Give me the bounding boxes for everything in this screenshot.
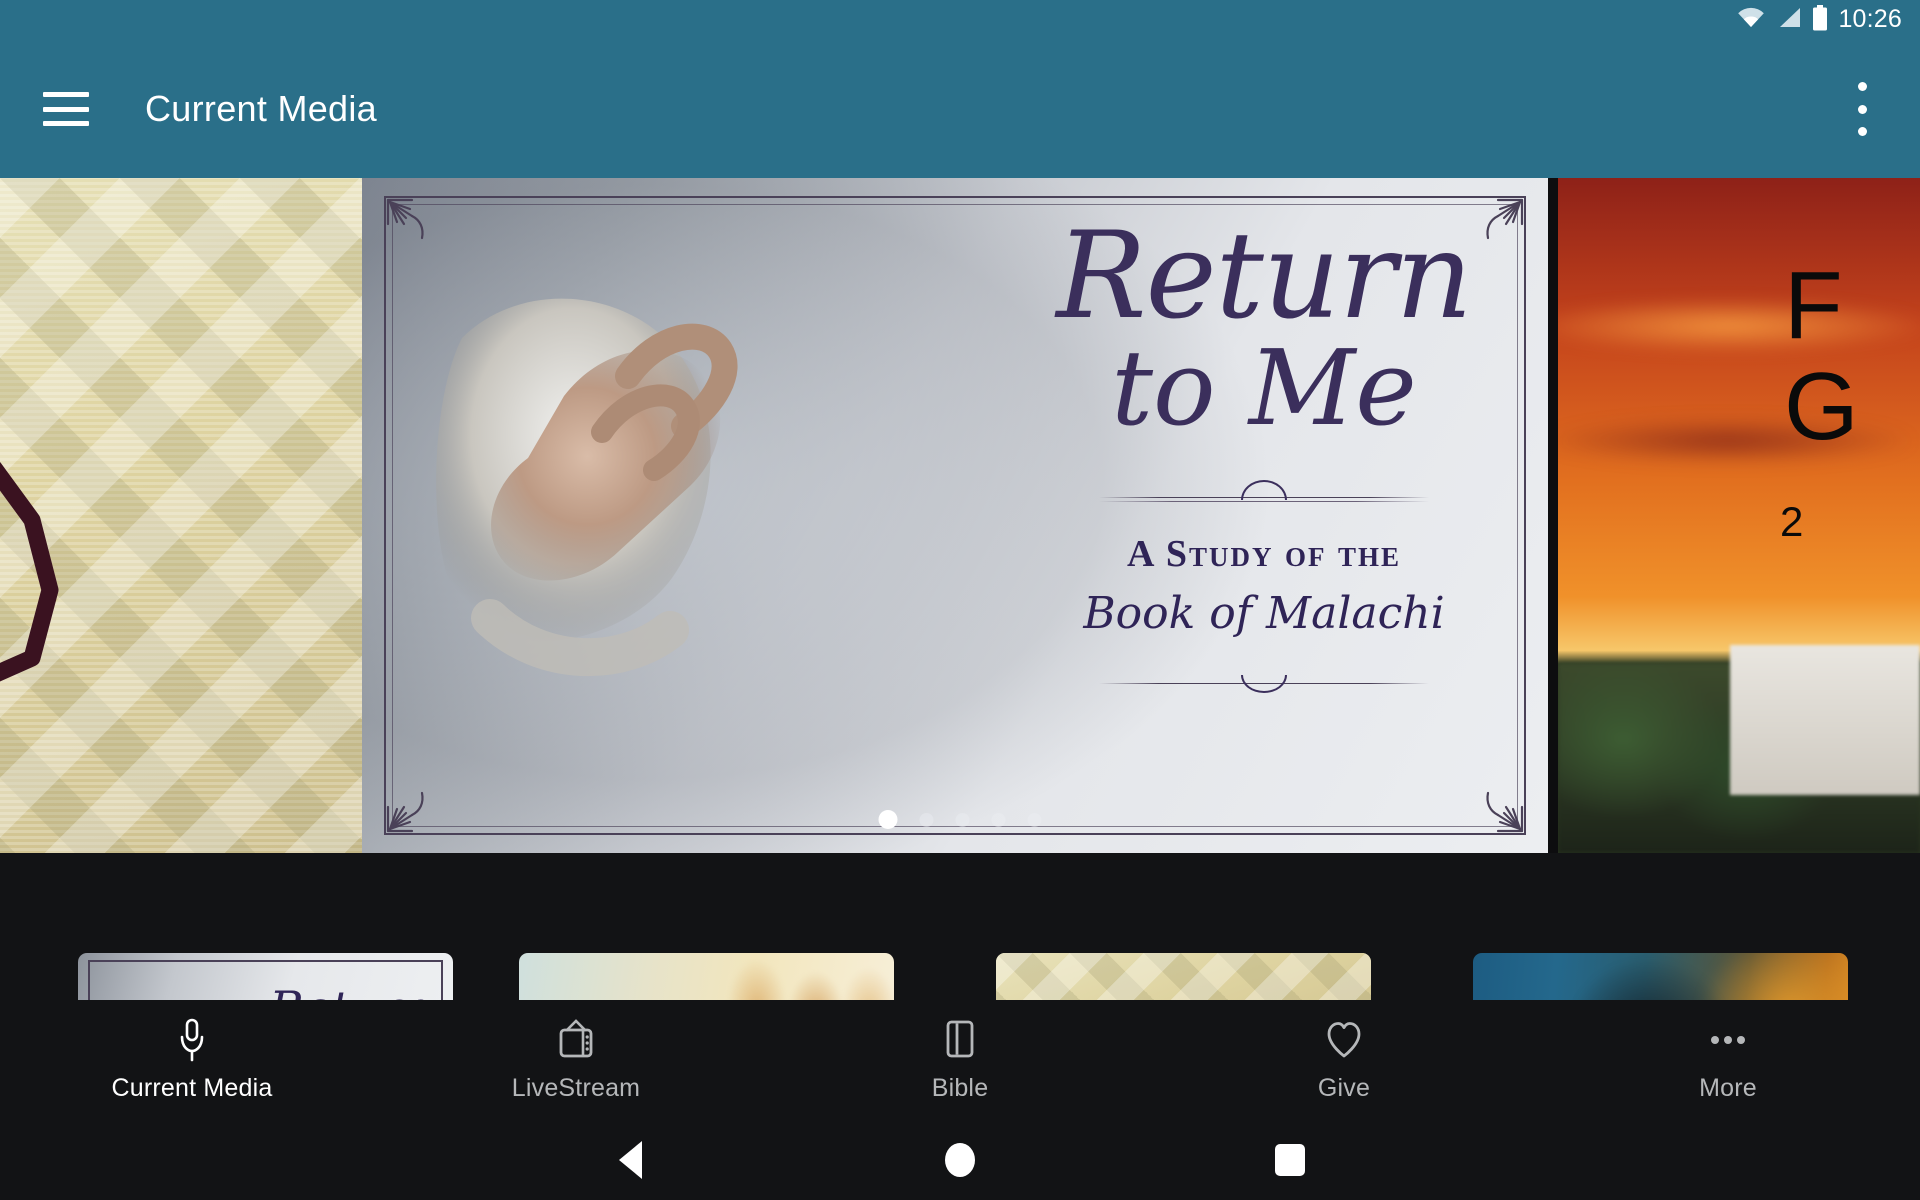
app-bar: Current Media — [0, 40, 1920, 178]
tab-give[interactable]: Give — [1152, 1000, 1536, 1120]
status-time: 10:26 — [1838, 4, 1902, 33]
heart-icon — [1325, 1017, 1363, 1063]
recents-square-icon[interactable] — [1275, 1144, 1305, 1176]
hero-divider-top — [1099, 480, 1429, 508]
home-circle-icon[interactable] — [945, 1143, 975, 1177]
carousel-dot-1[interactable] — [878, 810, 898, 829]
hamburger-menu-icon[interactable] — [43, 92, 89, 126]
carousel-dot-3[interactable] — [955, 812, 970, 827]
carousel-slide-next[interactable]: F G 2 — [1558, 178, 1920, 853]
ellipsis-icon — [1707, 1017, 1749, 1063]
fg-title-line2: G — [1784, 352, 1859, 460]
tab-livestream[interactable]: LiveStream — [384, 1000, 768, 1120]
wifi-icon — [1736, 6, 1766, 35]
tab-bible[interactable]: Bible — [768, 1000, 1152, 1120]
carousel-dot-4[interactable] — [991, 812, 1006, 827]
android-navigation-bar[interactable] — [0, 1120, 1920, 1200]
hero-divider-bottom — [1099, 673, 1429, 695]
microphone-icon — [178, 1017, 206, 1063]
ornament-corner-icon — [1474, 783, 1528, 837]
bottom-tab-bar[interactable]: Current Media LiveStream Bible Give More — [0, 1000, 1920, 1120]
hero-title-line2: to Me — [1111, 327, 1417, 450]
media-carousel[interactable]: Return to Me A Study of the Book of Mala… — [0, 178, 1920, 853]
tab-label: More — [1699, 1074, 1757, 1102]
cellular-signal-icon — [1776, 6, 1802, 35]
fg-title-line1: F — [1784, 252, 1843, 359]
hero-title-line1: Return — [1056, 207, 1473, 346]
carousel-slide-current[interactable]: Return to Me A Study of the Book of Mala… — [362, 178, 1548, 853]
carousel-slide-previous[interactable] — [0, 178, 362, 853]
ornament-corner-icon — [382, 194, 436, 248]
book-icon — [943, 1017, 977, 1063]
tab-label: Current Media — [111, 1074, 273, 1102]
tab-label: LiveStream — [511, 1074, 641, 1102]
television-icon — [556, 1017, 596, 1063]
page-title: Current Media — [145, 88, 377, 129]
tab-current-media[interactable]: Current Media — [0, 1000, 384, 1120]
status-bar: 10:26 — [0, 0, 1920, 40]
back-triangle-icon[interactable] — [618, 1141, 642, 1179]
carousel-dot-5[interactable] — [1027, 812, 1042, 827]
hero-subtitle-line1: A Study of the — [1127, 533, 1401, 576]
fg-title: F G — [1784, 252, 1920, 460]
carousel-page-indicator[interactable] — [878, 810, 1042, 829]
tab-more[interactable]: More — [1536, 1000, 1920, 1120]
carousel-dot-2[interactable] — [919, 812, 934, 827]
tab-label: Bible — [931, 1074, 989, 1102]
battery-icon — [1812, 4, 1828, 36]
hero-subtitle-line2: Book of Malachi — [1083, 588, 1445, 640]
ornament-corner-icon — [382, 783, 436, 837]
hero-text-block: Return to Me A Study of the Book of Mala… — [1054, 207, 1474, 695]
tab-label: Give — [1317, 1074, 1371, 1102]
flexed-arm-illustration — [0, 461, 59, 682]
more-vertical-icon[interactable] — [1848, 82, 1876, 136]
ornament-corner-icon — [1474, 194, 1528, 248]
fg-year: 2 — [1780, 498, 1860, 545]
